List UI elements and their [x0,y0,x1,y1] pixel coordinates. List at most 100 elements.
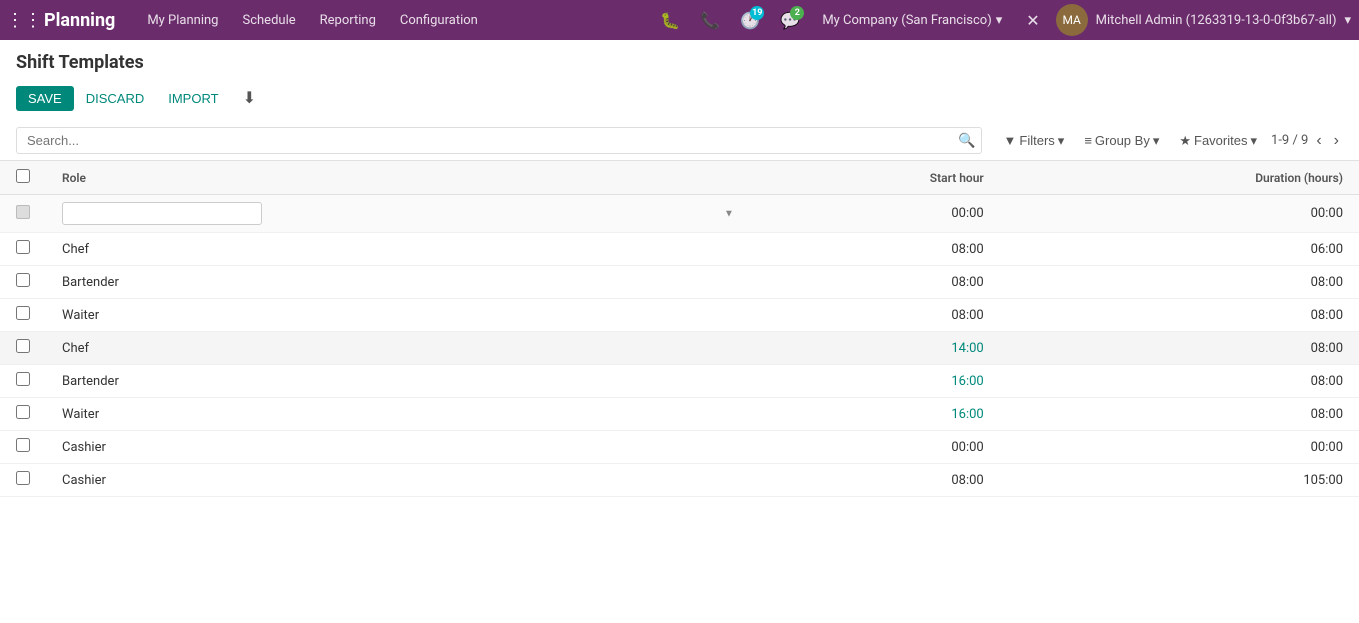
company-name: My Company (San Francisco) [822,13,991,28]
start-hour-cell: 00:00 [742,431,1000,464]
duration-cell: 08:00 [1000,365,1359,398]
select-dropdown-arrow: ▼ [724,208,734,219]
select-all-checkbox[interactable] [16,169,30,183]
table-header-row: Role Start hour Duration (hours) [0,161,1359,195]
group-by-button[interactable]: ≡ Group By ▾ [1078,129,1165,153]
nav-configuration[interactable]: Configuration [388,0,490,40]
page-header: Shift Templates SAVE DISCARD IMPORT ⬇ [0,40,1359,113]
table-row: Chef 14:00 08:00 [0,332,1359,365]
clock-badge: 19 [750,6,764,20]
filter-controls: ▼ Filters ▾ ≡ Group By ▾ ★ Favorites ▾ 1… [998,129,1343,153]
row-checkbox[interactable] [16,405,30,419]
company-dropdown-icon: ▾ [996,13,1003,28]
duration-cell: 08:00 [1000,398,1359,431]
shift-templates-table: Role Start hour Duration (hours) Chef Ba… [0,161,1359,497]
save-button[interactable]: SAVE [16,86,74,111]
table-row: Waiter 08:00 08:00 [0,299,1359,332]
duration-cell: 08:00 [1000,299,1359,332]
duration-cell: 08:00 [1000,266,1359,299]
role-select[interactable]: Chef Bartender Waiter Cashier [62,202,262,225]
table-row: Bartender 16:00 08:00 [0,365,1359,398]
nav-schedule[interactable]: Schedule [231,0,308,40]
page-content: Shift Templates SAVE DISCARD IMPORT ⬇ 🔍 … [0,40,1359,623]
row-checkbox-cell [0,266,46,299]
row-checkbox-cell [0,431,46,464]
start-hour-cell: 08:00 [742,299,1000,332]
search-icon[interactable]: 🔍 [958,133,975,149]
table-row: Cashier 08:00 105:00 [0,464,1359,497]
app-menu-icon[interactable]: ⋮⋮ [8,4,40,36]
new-row-indicator [16,205,30,219]
start-hour-column-header: Start hour [742,161,1000,195]
chat-badge: 2 [790,6,804,20]
row-checkbox[interactable] [16,438,30,452]
pagination-controls: 1-9 / 9 ‹ › [1271,130,1343,152]
search-input[interactable] [16,127,982,154]
pagination-text: 1-9 / 9 [1271,133,1308,148]
start-hour-cell: 08:00 [742,266,1000,299]
role-column-header: Role [46,161,742,195]
row-checkbox-cell [0,299,46,332]
row-checkbox[interactable] [16,339,30,353]
table-row: Waiter 16:00 08:00 [0,398,1359,431]
app-title: Planning [44,10,115,31]
duration-cell-new[interactable]: 00:00 [1000,195,1359,233]
group-by-icon: ≡ [1084,133,1092,148]
avatar[interactable]: MA [1056,4,1088,36]
page-title: Shift Templates [16,52,1343,73]
row-checkbox[interactable] [16,240,30,254]
clock-icon[interactable]: 🕐 19 [734,4,766,36]
next-page-button[interactable]: › [1330,130,1343,152]
phone-icon[interactable]: 📞 [694,4,726,36]
bug-icon[interactable]: 🐛 [654,4,686,36]
row-checkbox-cell [0,464,46,497]
filters-label: Filters [1019,133,1054,148]
filters-button[interactable]: ▼ Filters ▾ [998,129,1071,153]
user-name[interactable]: Mitchell Admin (1263319-13-0-0f3b67-all) [1096,13,1337,28]
user-dropdown-icon[interactable]: ▾ [1344,13,1351,28]
role-cell: Chef [46,233,742,266]
role-cell: Bartender [46,266,742,299]
nav-reporting[interactable]: Reporting [308,0,388,40]
role-cell: Cashier [46,431,742,464]
start-hour-cell: 08:00 [742,464,1000,497]
close-button[interactable]: ✕ [1018,11,1047,30]
row-checkbox[interactable] [16,273,30,287]
nav-links: My Planning Schedule Reporting Configura… [135,0,654,40]
start-hour-cell-new[interactable]: 00:00 [742,195,1000,233]
row-checkbox[interactable] [16,306,30,320]
row-checkbox-cell [0,398,46,431]
prev-page-button[interactable]: ‹ [1312,130,1325,152]
row-checkbox-cell [0,233,46,266]
nav-right-controls: 🐛 📞 🕐 19 💬 2 My Company (San Francisco) … [654,4,1351,36]
role-cell-new[interactable]: Chef Bartender Waiter Cashier ▼ [46,195,742,233]
filters-dropdown-icon: ▾ [1058,133,1065,149]
top-navigation: ⋮⋮ Planning My Planning Schedule Reporti… [0,0,1359,40]
table-row: Cashier 00:00 00:00 [0,431,1359,464]
company-selector[interactable]: My Company (San Francisco) ▾ [814,13,1010,28]
import-button[interactable]: IMPORT [156,86,230,111]
row-checkbox-cell [0,365,46,398]
search-filter-row: 🔍 ▼ Filters ▾ ≡ Group By ▾ ★ Favorites ▾… [0,121,1359,161]
start-hour-cell: 14:00 [742,332,1000,365]
nav-my-planning[interactable]: My Planning [135,0,230,40]
download-button[interactable]: ⬇ [231,83,268,113]
favorites-dropdown-icon: ▾ [1250,133,1257,149]
start-hour-cell: 16:00 [742,365,1000,398]
discard-button[interactable]: DISCARD [74,86,157,111]
row-checkbox-cell [0,195,46,233]
favorites-button[interactable]: ★ Favorites ▾ [1173,129,1263,153]
table-row: Chef Bartender Waiter Cashier ▼ 00:00 00… [0,195,1359,233]
start-hour-cell: 16:00 [742,398,1000,431]
role-cell: Bartender [46,365,742,398]
duration-column-header: Duration (hours) [1000,161,1359,195]
duration-cell: 00:00 [1000,431,1359,464]
table-row: Bartender 08:00 08:00 [0,266,1359,299]
row-checkbox[interactable] [16,372,30,386]
search-container: 🔍 [16,127,982,154]
filter-funnel-icon: ▼ [1004,133,1017,148]
role-cell: Waiter [46,299,742,332]
row-checkbox[interactable] [16,471,30,485]
star-icon: ★ [1179,133,1191,149]
chat-icon[interactable]: 💬 2 [774,4,806,36]
